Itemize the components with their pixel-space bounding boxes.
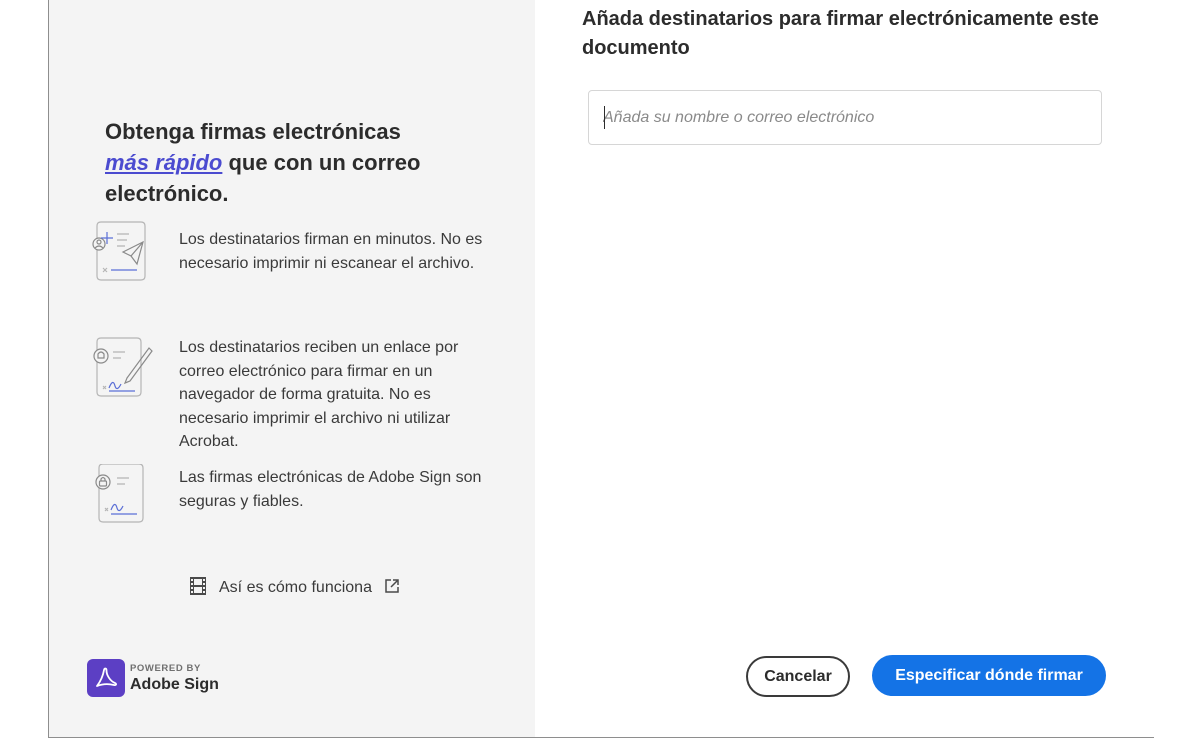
specify-signature-location-button[interactable]: Especificar dónde firmar — [872, 655, 1106, 696]
powered-by-label: POWERED BY — [130, 662, 201, 674]
benefits-headline: Obtenga firmas electrónicas más rápido q… — [105, 116, 485, 209]
signature-link-icon — [87, 334, 153, 398]
how-it-works-link[interactable]: Así es cómo funciona — [189, 576, 400, 600]
secure-document-icon — [87, 463, 153, 528]
product-name: Adobe Sign — [130, 675, 219, 693]
headline-start: Obtenga firmas electrónicas — [105, 119, 401, 144]
adobe-sign-branding: POWERED BY Adobe Sign — [87, 656, 219, 700]
dialog-title: Añada destinatarios para firmar electrón… — [582, 8, 1099, 59]
film-icon — [189, 576, 207, 601]
recipient-input[interactable] — [588, 90, 1102, 145]
benefits-panel: Obtenga firmas electrónicas más rápido q… — [49, 0, 535, 737]
feature-text: Las firmas electrónicas de Adobe Sign so… — [179, 469, 482, 510]
external-link-icon — [384, 578, 400, 599]
how-it-works-label: Así es cómo funciona — [219, 579, 372, 596]
send-document-icon — [87, 218, 153, 282]
feature-text: Los destinatarios reciben un enlace por … — [179, 339, 459, 450]
send-for-signature-dialog: Obtenga firmas electrónicas más rápido q… — [48, 0, 1154, 738]
adobe-sign-logo-icon — [87, 659, 125, 697]
text-caret — [604, 106, 605, 129]
feature-text: Los destinatarios firman en minutos. No … — [179, 231, 483, 272]
recipients-panel: Añada destinatarios para firmar electrón… — [535, 0, 1154, 737]
headline-accent: más rápido — [105, 150, 223, 175]
feature-item-fast-signing: Los destinatarios firman en minutos. No … — [87, 218, 507, 298]
cancel-button[interactable]: Cancelar — [746, 656, 850, 697]
feature-item-browser-signing: Los destinatarios reciben un enlace por … — [87, 334, 507, 454]
feature-item-secure: Las firmas electrónicas de Adobe Sign so… — [87, 463, 507, 534]
